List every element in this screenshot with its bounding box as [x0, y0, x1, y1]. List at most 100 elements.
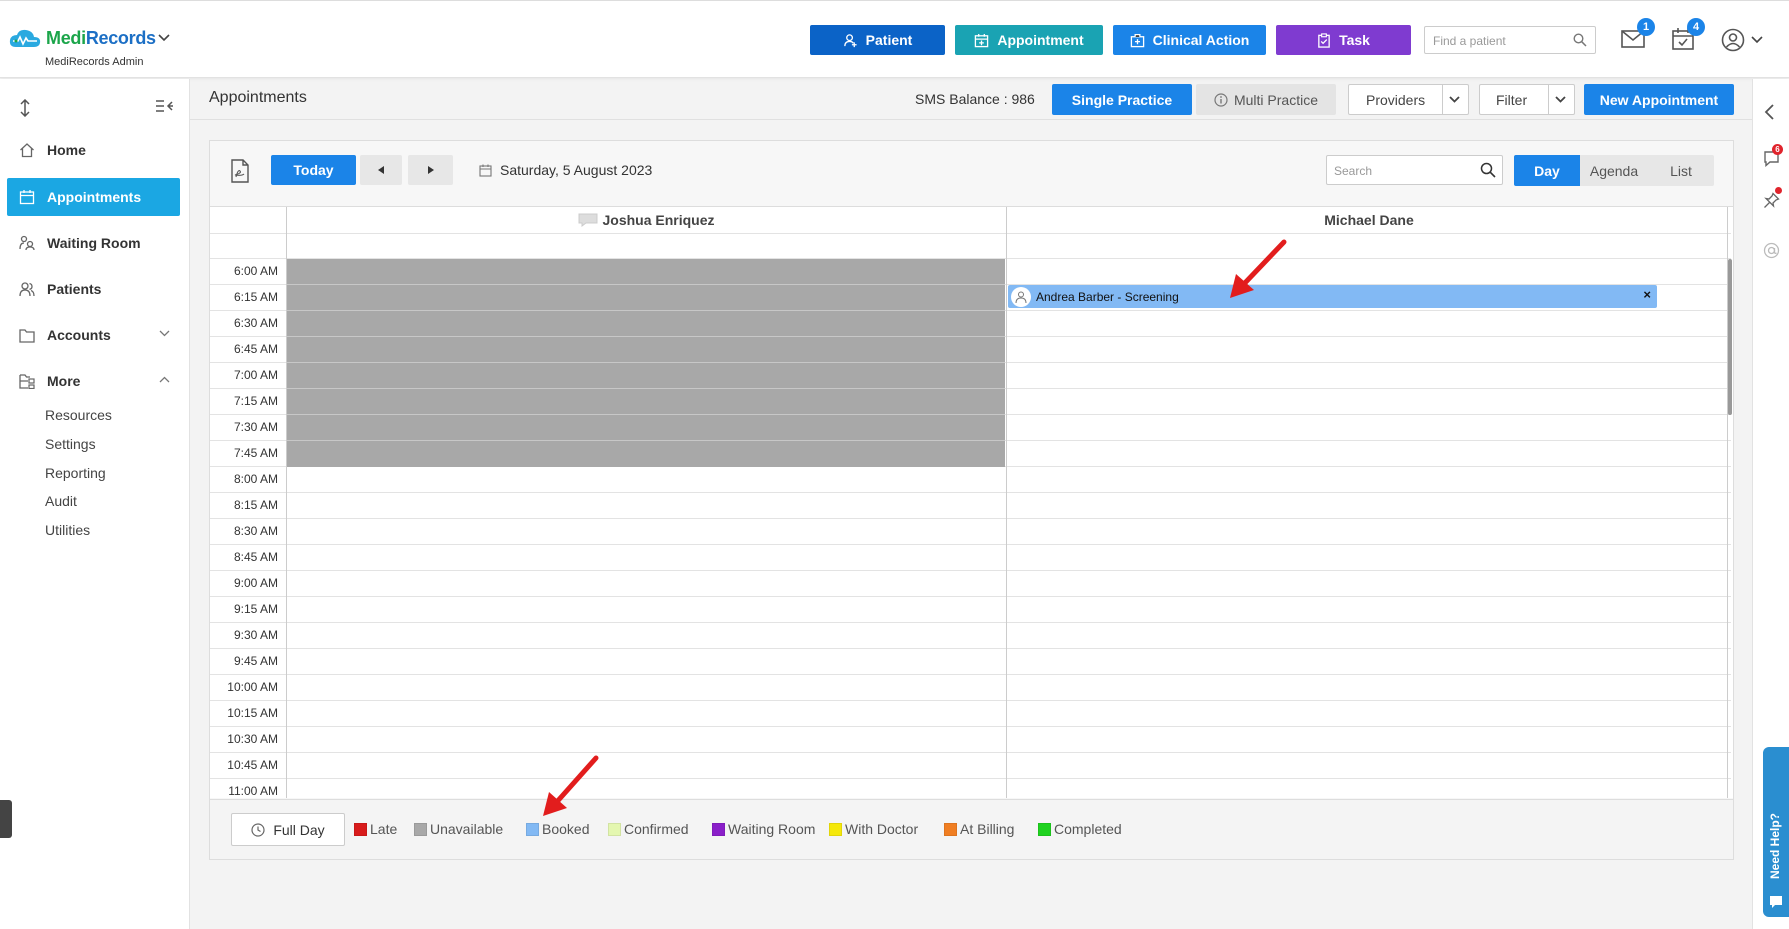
time-slot-label: 6:00 AM	[233, 264, 278, 278]
pin-button[interactable]	[1763, 187, 1782, 209]
close-icon[interactable]: ×	[1643, 287, 1651, 302]
day-schedule-grid[interactable]: Joshua Enriquez Michael Dane 6:00 AM 6:15…	[210, 206, 1733, 798]
calendar-search-placeholder: Search	[1334, 164, 1373, 178]
legend-label: At Billing	[960, 821, 1015, 837]
date-picker[interactable]: Saturday, 5 August 2023	[479, 162, 652, 178]
sms-balance: SMS Balance : 986	[915, 91, 1035, 107]
filter-label: Filter	[1496, 91, 1528, 108]
sidebar-subitem-reporting[interactable]: Reporting	[45, 465, 106, 481]
time-slot-label: 8:45 AM	[233, 550, 278, 564]
time-slot-label: 10:15 AM	[227, 706, 278, 720]
sidebar-item-more[interactable]: More	[7, 362, 180, 400]
expand-vertical-icon[interactable]	[18, 99, 32, 117]
time-slot-label: 10:45 AM	[227, 758, 278, 772]
legend-label: Late	[370, 821, 398, 837]
grid-line	[210, 622, 1731, 623]
multi-practice-button[interactable]: Multi Practice	[1196, 84, 1336, 115]
time-slot-label: 7:30 AM	[233, 420, 278, 434]
chat-button[interactable]: 6	[1763, 144, 1783, 167]
need-help-tab[interactable]: Need Help?	[1763, 747, 1789, 917]
add-user-icon	[843, 33, 857, 47]
view-day-label: Day	[1534, 162, 1560, 179]
unavailable-separator	[287, 388, 1005, 389]
comment-icon	[578, 213, 598, 227]
user-menu[interactable]	[1721, 28, 1763, 52]
left-edge-tab[interactable]	[0, 800, 12, 838]
chevron-down-icon[interactable]	[158, 34, 170, 42]
pdf-export-icon[interactable]	[230, 159, 250, 183]
single-practice-button[interactable]: Single Practice	[1052, 84, 1192, 115]
sidebar-top-controls	[18, 99, 173, 117]
sidebar-subitem-utilities[interactable]: Utilities	[45, 522, 90, 538]
task-button[interactable]: Task	[1276, 25, 1411, 55]
chevron-left-icon[interactable]	[1763, 104, 1777, 120]
chat-bubble-icon	[1770, 896, 1782, 908]
provider-column-header: Joshua Enriquez	[287, 207, 1006, 233]
clinical-action-button-label: Clinical Action	[1152, 32, 1250, 48]
mail-button[interactable]: 1	[1621, 18, 1655, 49]
current-date: Saturday, 5 August 2023	[500, 162, 653, 178]
view-list-button[interactable]: List	[1648, 155, 1714, 186]
header-divider	[190, 119, 1752, 120]
provider-column-header: Michael Dane	[1007, 207, 1731, 233]
unavailable-separator	[287, 336, 1005, 337]
sidebar-subitem-settings[interactable]: Settings	[45, 436, 96, 452]
previous-day-button[interactable]	[360, 155, 402, 185]
app-subtitle: MediRecords Admin	[45, 56, 144, 68]
time-slot-label: 6:45 AM	[233, 342, 278, 356]
new-appointment-button[interactable]: New Appointment	[1584, 84, 1734, 115]
clipboard-icon	[1318, 32, 1330, 48]
time-slot-label: 8:15 AM	[233, 498, 278, 512]
calendar-search-input[interactable]: Search	[1326, 155, 1503, 185]
grid-line	[210, 544, 1731, 545]
dropdown-divider	[1548, 85, 1549, 114]
pin-indicator	[1775, 187, 1782, 194]
today-button[interactable]: Today	[271, 155, 356, 185]
view-agenda-button[interactable]: Agenda	[1580, 155, 1648, 186]
sidebar-subitem-resources[interactable]: Resources	[45, 407, 112, 423]
find-patient-input[interactable]: Find a patient	[1424, 26, 1596, 54]
sidebar-subitem-audit[interactable]: Audit	[45, 493, 77, 509]
view-day-button[interactable]: Day	[1514, 155, 1580, 186]
clinical-action-button[interactable]: Clinical Action	[1113, 25, 1266, 55]
grid-scrollbar[interactable]	[1728, 259, 1732, 415]
app-logo[interactable]: MediRecords	[8, 27, 156, 49]
pin-icon	[1764, 192, 1780, 208]
unavailable-separator	[287, 414, 1005, 415]
grid-line	[210, 752, 1731, 753]
search-icon[interactable]	[1480, 162, 1496, 178]
grid-line	[210, 570, 1731, 571]
tasks-button[interactable]: 4	[1671, 18, 1705, 51]
patient-icon	[1011, 286, 1031, 307]
providers-dropdown[interactable]: Providers	[1348, 84, 1469, 115]
legend-swatch	[608, 822, 621, 836]
sidebar-item-accounts[interactable]: Accounts	[7, 316, 180, 354]
sidebar-item-waiting-room[interactable]: Waiting Room	[7, 224, 180, 262]
sidebar-item-patients[interactable]: Patients	[7, 270, 180, 308]
multi-practice-label: Multi Practice	[1233, 91, 1319, 108]
full-day-button[interactable]: Full Day	[231, 813, 345, 846]
appointment-block[interactable]: Andrea Barber - Screening ×	[1008, 285, 1657, 308]
patient-button[interactable]: Patient	[810, 25, 945, 55]
search-icon[interactable]	[1573, 33, 1587, 47]
calendar-icon	[975, 33, 989, 47]
time-slot-label: 8:00 AM	[233, 472, 278, 486]
collapse-sidebar-icon[interactable]	[155, 99, 173, 113]
tasks-badge: 4	[1687, 18, 1705, 36]
next-day-button[interactable]	[408, 155, 453, 185]
sidebar-item-appointments[interactable]: Appointments	[7, 178, 180, 216]
filter-dropdown[interactable]: Filter	[1479, 84, 1575, 115]
time-slot-label: 9:30 AM	[233, 628, 278, 642]
legend-item: Completed	[1038, 821, 1122, 837]
single-practice-label: Single Practice	[1071, 91, 1173, 108]
legend-label: Waiting Room	[728, 821, 816, 837]
sidebar-item-home[interactable]: Home	[7, 131, 180, 169]
at-sign-icon[interactable]	[1763, 242, 1780, 259]
grid-line	[210, 648, 1731, 649]
full-day-label: Full Day	[273, 821, 325, 838]
time-slot-label: 8:30 AM	[233, 524, 278, 538]
unavailable-separator	[287, 310, 1005, 311]
grid-line	[210, 518, 1731, 519]
appointment-button[interactable]: Appointment	[955, 25, 1103, 55]
legend-label: Booked	[542, 821, 590, 837]
